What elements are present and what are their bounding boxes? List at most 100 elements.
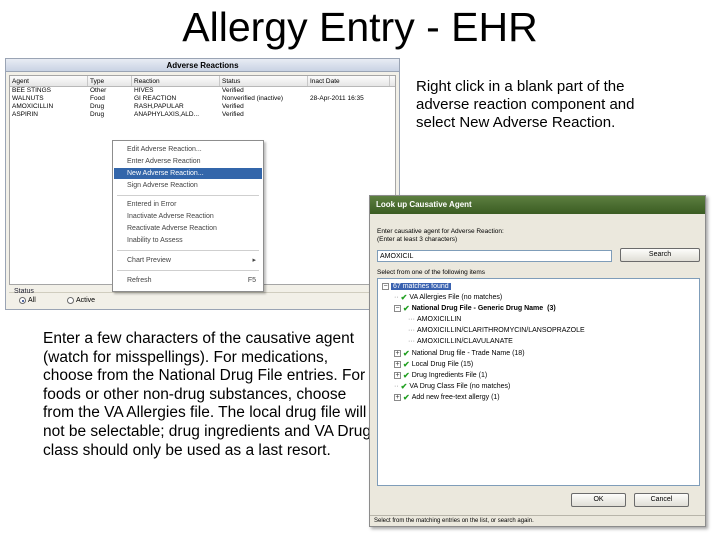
tree-va-allergies[interactable]: ·· ✔ VA Allergies File (no matches): [394, 293, 502, 302]
collapse-icon[interactable]: −: [394, 305, 401, 312]
cell-status: Verified: [222, 103, 244, 110]
adverse-reactions-title: Adverse Reactions: [6, 59, 399, 72]
menu-enter-adverse-reaction[interactable]: Enter Adverse Reaction: [114, 156, 262, 167]
col-reaction[interactable]: Reaction: [132, 76, 220, 86]
tree-national-trade-label: National Drug file - Trade Name (18): [411, 350, 525, 357]
slide-title: Allergy Entry - EHR: [182, 4, 538, 50]
tree-generic-item-label: AMOXICILLIN/CLAVULANATE: [417, 338, 513, 345]
cell-type: Drug: [90, 103, 105, 110]
tree-free-text-label: Add new free-text allergy (1): [411, 394, 500, 401]
radio-dot-icon: [67, 297, 74, 304]
tree-ingredients-label: Drug Ingredients File (1): [411, 372, 488, 379]
cell-inact: [308, 111, 390, 119]
causative-agent-input[interactable]: [377, 250, 612, 262]
tree-national-generic[interactable]: − ✔ National Drug File - Generic Drug Na…: [394, 304, 556, 313]
menu-inability-to-assess[interactable]: Inability to Assess: [114, 235, 262, 246]
prompt-line-1: Enter causative agent for Adverse Reacti…: [377, 228, 504, 235]
tree-free-text[interactable]: + ✔ Add new free-text allergy (1): [394, 393, 500, 402]
status-label: Status: [14, 288, 34, 295]
tree-branch-icon: ···: [408, 327, 415, 334]
cell-agent: ASPIRIN: [12, 111, 39, 118]
menu-reactivate-adverse-reaction[interactable]: Reactivate Adverse Reaction: [114, 223, 262, 234]
tree-local-drug[interactable]: + ✔ Local Drug File (15): [394, 360, 473, 369]
cell-status: Nonverified (inactive): [222, 95, 284, 102]
col-status[interactable]: Status: [220, 76, 308, 86]
tree-drug-class-label: VA Drug Class File (no matches): [409, 383, 511, 390]
cell-agent: AMOXICILLIN: [12, 103, 54, 110]
tree-generic-item[interactable]: ··· AMOXICILLIN/CLARITHROMYCIN/LANSOPRAZ…: [408, 326, 585, 335]
table-row[interactable]: BEE STINGS Other HIVES Verified: [10, 87, 395, 95]
tree-va-allergies-label: VA Allergies File (no matches): [409, 294, 503, 301]
tree-branch-icon: ···: [408, 338, 415, 345]
menu-sign-adverse-reaction[interactable]: Sign Adverse Reaction: [114, 180, 262, 191]
grid-header: Agent Type Reaction Status Inact Date: [10, 76, 395, 87]
cell-type: Drug: [90, 111, 105, 118]
col-inact-date[interactable]: Inact Date: [308, 76, 390, 86]
menu-chart-preview[interactable]: Chart Preview ▸: [114, 255, 262, 266]
tree-generic-item-label: AMOXICILLIN: [417, 316, 462, 323]
menu-separator: [117, 250, 259, 251]
tree-branch-icon: ··: [394, 383, 399, 390]
menu-refresh-shortcut: F5: [247, 277, 256, 284]
check-icon: ✔: [403, 393, 410, 402]
cell-inact: [308, 103, 390, 111]
check-icon: ✔: [400, 293, 408, 302]
tree-generic-item[interactable]: ··· AMOXICILLIN: [408, 315, 461, 324]
radio-active-label: Active: [76, 297, 96, 304]
menu-refresh-label: Refresh: [127, 277, 152, 284]
matches-tree[interactable]: − 67 matches found ·· ✔ VA Allergies Fil…: [377, 278, 700, 486]
tree-ingredients[interactable]: + ✔ Drug Ingredients File (1): [394, 371, 487, 380]
cell-status: Verified: [222, 87, 244, 94]
tree-root[interactable]: − 67 matches found: [382, 282, 451, 291]
col-agent[interactable]: Agent: [10, 76, 88, 86]
menu-entered-in-error[interactable]: Entered in Error: [114, 199, 262, 210]
expand-icon[interactable]: +: [394, 372, 401, 379]
radio-dot-icon: [19, 297, 26, 304]
tree-generic-item[interactable]: ··· AMOXICILLIN/CLAVULANATE: [408, 337, 513, 346]
check-icon: ✔: [403, 349, 410, 358]
col-type[interactable]: Type: [88, 76, 132, 86]
tree-drug-class[interactable]: ·· ✔ VA Drug Class File (no matches): [394, 382, 510, 391]
ok-button[interactable]: OK: [571, 493, 626, 507]
instruction-causative-agent: Enter a few characters of the causative …: [43, 330, 372, 459]
context-menu: Edit Adverse Reaction... Enter Adverse R…: [112, 140, 264, 292]
menu-inactivate-adverse-reaction[interactable]: Inactivate Adverse Reaction: [114, 211, 262, 222]
table-row[interactable]: ASPIRIN Drug ANAPHYLAXIS,ALD... Verified: [10, 111, 395, 119]
table-row[interactable]: AMOXICILLIN Drug RASH,PAPULAR Verified: [10, 103, 395, 111]
expand-icon[interactable]: +: [394, 350, 401, 357]
tree-generic-item-label: AMOXICILLIN/CLARITHROMYCIN/LANSOPRAZOLE: [417, 327, 585, 334]
tree-national-trade[interactable]: + ✔ National Drug file - Trade Name (18): [394, 349, 525, 358]
instruction-right-click: Right click in a blank part of the adver…: [416, 78, 635, 131]
status-divider: [9, 292, 396, 293]
menu-new-adverse-reaction[interactable]: New Adverse Reaction...: [114, 168, 262, 179]
expand-icon[interactable]: +: [394, 361, 401, 368]
radio-active[interactable]: Active: [67, 297, 95, 304]
dialog-status-bar: Select from the matching entries on the …: [370, 515, 705, 527]
radio-all[interactable]: All: [19, 297, 36, 304]
prompt-line-2: (Enter at least 3 characters): [377, 236, 458, 243]
radio-all-label: All: [28, 297, 36, 304]
cell-inact: 28-Apr-2011 16:35: [310, 95, 364, 102]
collapse-icon[interactable]: −: [382, 283, 389, 290]
menu-refresh[interactable]: Refresh F5: [114, 275, 262, 286]
check-icon: ✔: [403, 371, 410, 380]
expand-icon[interactable]: +: [394, 394, 401, 401]
table-row[interactable]: WALNUTS Food GI REACTION Nonverified (in…: [10, 95, 395, 103]
tree-national-generic-label: National Drug File - Generic Drug Name: [411, 305, 544, 312]
cell-agent: WALNUTS: [12, 95, 44, 102]
cell-agent: BEE STINGS: [12, 87, 52, 94]
menu-chart-preview-label: Chart Preview: [127, 257, 171, 264]
cell-reaction: RASH,PAPULAR: [134, 103, 184, 110]
search-button[interactable]: Search: [620, 248, 700, 262]
submenu-arrow-icon: ▸: [252, 257, 256, 264]
check-icon: ✔: [403, 360, 410, 369]
cancel-button[interactable]: Cancel: [634, 493, 689, 507]
menu-edit-adverse-reaction[interactable]: Edit Adverse Reaction...: [114, 144, 262, 155]
tree-branch-icon: ···: [408, 316, 415, 323]
menu-separator: [117, 270, 259, 271]
cell-status: Verified: [222, 111, 244, 118]
tree-national-generic-count: (3): [547, 305, 556, 312]
dialog-title: Look up Causative Agent: [370, 196, 705, 214]
cell-reaction: ANAPHYLAXIS,ALD...: [134, 111, 200, 118]
check-icon: ✔: [400, 382, 408, 391]
